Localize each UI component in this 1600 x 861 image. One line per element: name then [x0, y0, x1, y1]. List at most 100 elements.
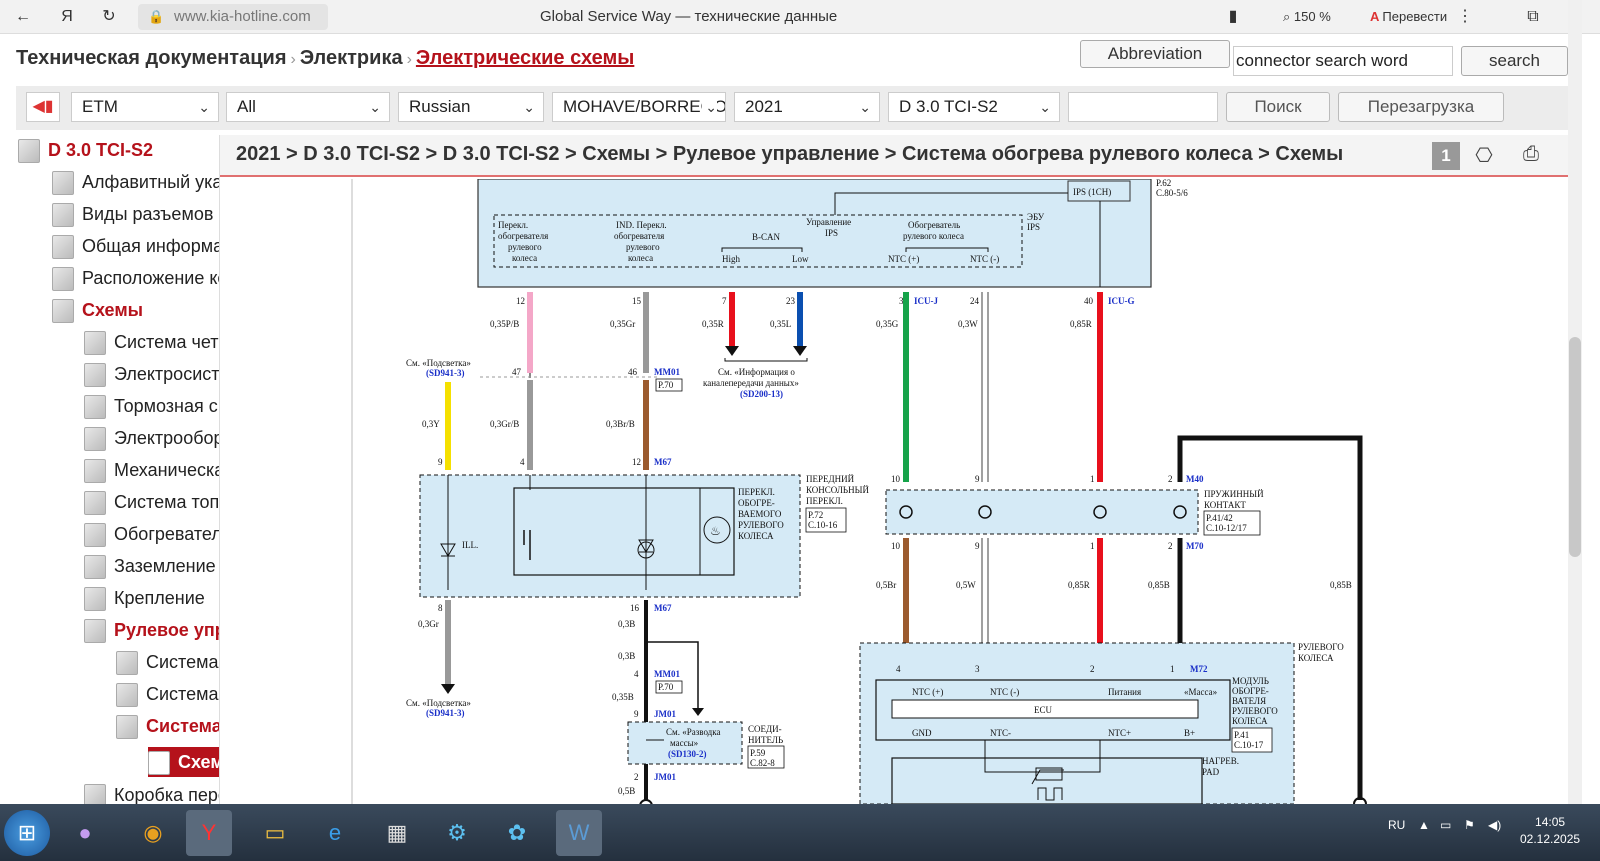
back-arrow-icon[interactable]: ← — [12, 6, 34, 28]
ref-light-link[interactable]: (SD941-3) — [426, 708, 465, 718]
tree-item-sub[interactable]: Обогреватель — [84, 519, 219, 549]
tree-item-subsub[interactable]: Система 2 — [116, 679, 219, 709]
zoom-indicator[interactable]: ⌕ 150 % — [1283, 6, 1331, 28]
pin-label: 8 — [438, 603, 443, 613]
find-button[interactable]: Поиск — [1226, 92, 1330, 122]
tree-item-label: Система 2 — [146, 684, 219, 704]
label-mm01: MM01 — [654, 669, 680, 679]
tray-up-icon[interactable]: ▲ — [1418, 818, 1430, 832]
chevron-down-icon: ⌄ — [702, 93, 717, 121]
yandex-icon[interactable]: Я — [56, 6, 78, 28]
yandex-browser-icon[interactable]: Y — [186, 810, 232, 856]
word-icon[interactable]: W — [556, 810, 602, 856]
wire-label: 0,35B — [612, 692, 634, 702]
document-icon — [84, 555, 106, 580]
abbreviation-button[interactable]: Abbreviation — [1080, 40, 1230, 68]
tree-item-schemes[interactable]: Схемы — [52, 295, 143, 325]
tree-item-sub[interactable]: Крепление — [84, 583, 205, 613]
document-icon — [116, 651, 138, 676]
tree-item-index[interactable]: Алфавитный указатель — [52, 167, 219, 197]
tree-item-location[interactable]: Расположение компонентов — [52, 263, 219, 293]
ips-label: IPS — [1027, 222, 1040, 232]
tree-item-heater[interactable]: Система обогрева рулевого колеса — [116, 711, 219, 741]
label-ntc-minus: NTC (-) — [970, 254, 999, 264]
label-sw-heat: рулевого — [508, 242, 542, 252]
select-year[interactable]: 2021 ⌄ — [734, 92, 880, 122]
ref-ground-link[interactable]: (SD130-2) — [668, 749, 707, 759]
tree-item-sub[interactable]: Электросистема — [84, 359, 220, 389]
tree-item-label: Расположение компонентов — [82, 268, 219, 288]
tree-item-sub[interactable]: Электрооборудование — [84, 423, 219, 453]
translate-button[interactable]: A Перевести — [1370, 6, 1447, 28]
label-sw-ind: рулевого — [626, 242, 660, 252]
start-button-icon[interactable]: ⊞ — [4, 810, 50, 856]
ref-c10-17: C.10-17 — [1234, 740, 1264, 750]
chrome-icon[interactable]: ◉ — [130, 810, 176, 856]
select-language[interactable]: Russian ⌄ — [398, 92, 544, 122]
tree-root[interactable]: D 3.0 TCI-S2 — [18, 135, 153, 165]
tree-item-subsub[interactable]: Система 1 — [116, 647, 219, 677]
ref-data-bus-link[interactable]: (SD200-13) — [740, 389, 783, 399]
select-etm[interactable]: ETM ⌄ — [71, 92, 219, 122]
lock-icon: 🔒 — [148, 9, 165, 24]
label-sw-heat: обогревателя — [498, 231, 548, 241]
collapse-sidebar-icon[interactable]: ◀▮ — [26, 92, 60, 122]
language-indicator[interactable]: RU — [1388, 818, 1405, 832]
select-all[interactable]: All ⌄ — [226, 92, 390, 122]
crumb-electric-schemes[interactable]: Электрические схемы — [416, 47, 634, 69]
select-model[interactable]: MOHAVE/BORREGO ⌄ — [552, 92, 726, 122]
wire-label: 0,3B — [618, 619, 635, 629]
tree-item-sub[interactable]: Система топлива — [84, 487, 219, 517]
tree-item-sub[interactable]: Коробка передач — [84, 780, 219, 804]
document-icon — [84, 395, 106, 420]
tree-item-label: Механическая трансмиссия — [114, 460, 219, 480]
pin-label: 10 — [891, 541, 901, 551]
crumb-electrics[interactable]: Электрика — [300, 47, 403, 69]
internet-explorer-icon[interactable]: e — [312, 810, 358, 856]
filter-text-input[interactable] — [1068, 92, 1218, 122]
tree-item-schemes-leaf[interactable]: Схемы — [148, 747, 219, 777]
tree-item-label: Электросистема — [114, 364, 220, 384]
bookmark-icon[interactable]: ▮ — [1222, 6, 1244, 28]
scrollbar-thumb[interactable] — [1569, 337, 1581, 557]
tab-title: Global Service Way — технические данные — [540, 8, 838, 25]
explorer-icon[interactable]: ▭ — [252, 810, 298, 856]
search-button[interactable]: search — [1461, 46, 1568, 76]
reload-icon[interactable]: ↻ — [98, 6, 120, 28]
tree-item-label: Виды разъемов — [82, 204, 214, 224]
volume-icon[interactable]: ◀) — [1488, 818, 1501, 832]
page-number[interactable]: 1 — [1432, 142, 1460, 170]
tree-item-general[interactable]: Общая информация — [52, 231, 219, 261]
label-m67: M67 — [654, 457, 672, 467]
print-icon[interactable]: ⎙ — [1517, 143, 1545, 169]
address-bar[interactable]: 🔒 www.kia-hotline.com — [138, 4, 328, 30]
settings-app-icon[interactable]: ⚙ — [434, 810, 480, 856]
tree-item-sub[interactable]: Заземление — [84, 551, 216, 581]
ref-p41-42: P.41/42 — [1206, 513, 1233, 523]
pin-label: 12 — [632, 457, 641, 467]
notes-icon[interactable]: ▦ — [374, 810, 420, 856]
extensions-icon[interactable]: ⧉ — [1522, 6, 1544, 28]
select-engine[interactable]: D 3.0 TCI-S2 ⌄ — [888, 92, 1060, 122]
monitor-icon[interactable]: ▭ — [1440, 818, 1451, 832]
flag-icon[interactable]: ⚑ — [1464, 818, 1475, 832]
clock[interactable]: 14:05 02.12.2025 — [1520, 814, 1580, 848]
label-pad: НАГРЕВ. — [1202, 756, 1239, 766]
menu-dots-icon[interactable]: ⋮ — [1454, 6, 1476, 28]
label-module: РУЛЕВОГО — [1232, 706, 1278, 716]
tools-app-icon[interactable]: ✿ — [494, 810, 540, 856]
label-icu-g: ICU-G — [1108, 296, 1135, 306]
tree-item-steering[interactable]: Рулевое управление — [84, 615, 219, 645]
schematic-view-icon[interactable]: ⎔ — [1470, 143, 1498, 169]
tree-item-sub[interactable]: Механическая трансмиссия — [84, 455, 219, 485]
reload-button[interactable]: Перезагрузка — [1338, 92, 1504, 122]
connector-search-input[interactable]: connector search word — [1233, 46, 1453, 76]
clock-time: 14:05 — [1535, 815, 1566, 829]
ref-light-link[interactable]: (SD941-3) — [426, 368, 465, 378]
alice-icon[interactable]: ● — [62, 810, 108, 856]
tree-item-sub[interactable]: Тормозная система — [84, 391, 219, 421]
tree-item-connectors[interactable]: Виды разъемов — [52, 199, 213, 229]
ecu-text: ECU — [1034, 705, 1053, 715]
crumb-tech-docs[interactable]: Техническая документация — [16, 47, 287, 69]
tree-item-sub[interactable]: Система четырехколесного привода — [84, 327, 219, 357]
